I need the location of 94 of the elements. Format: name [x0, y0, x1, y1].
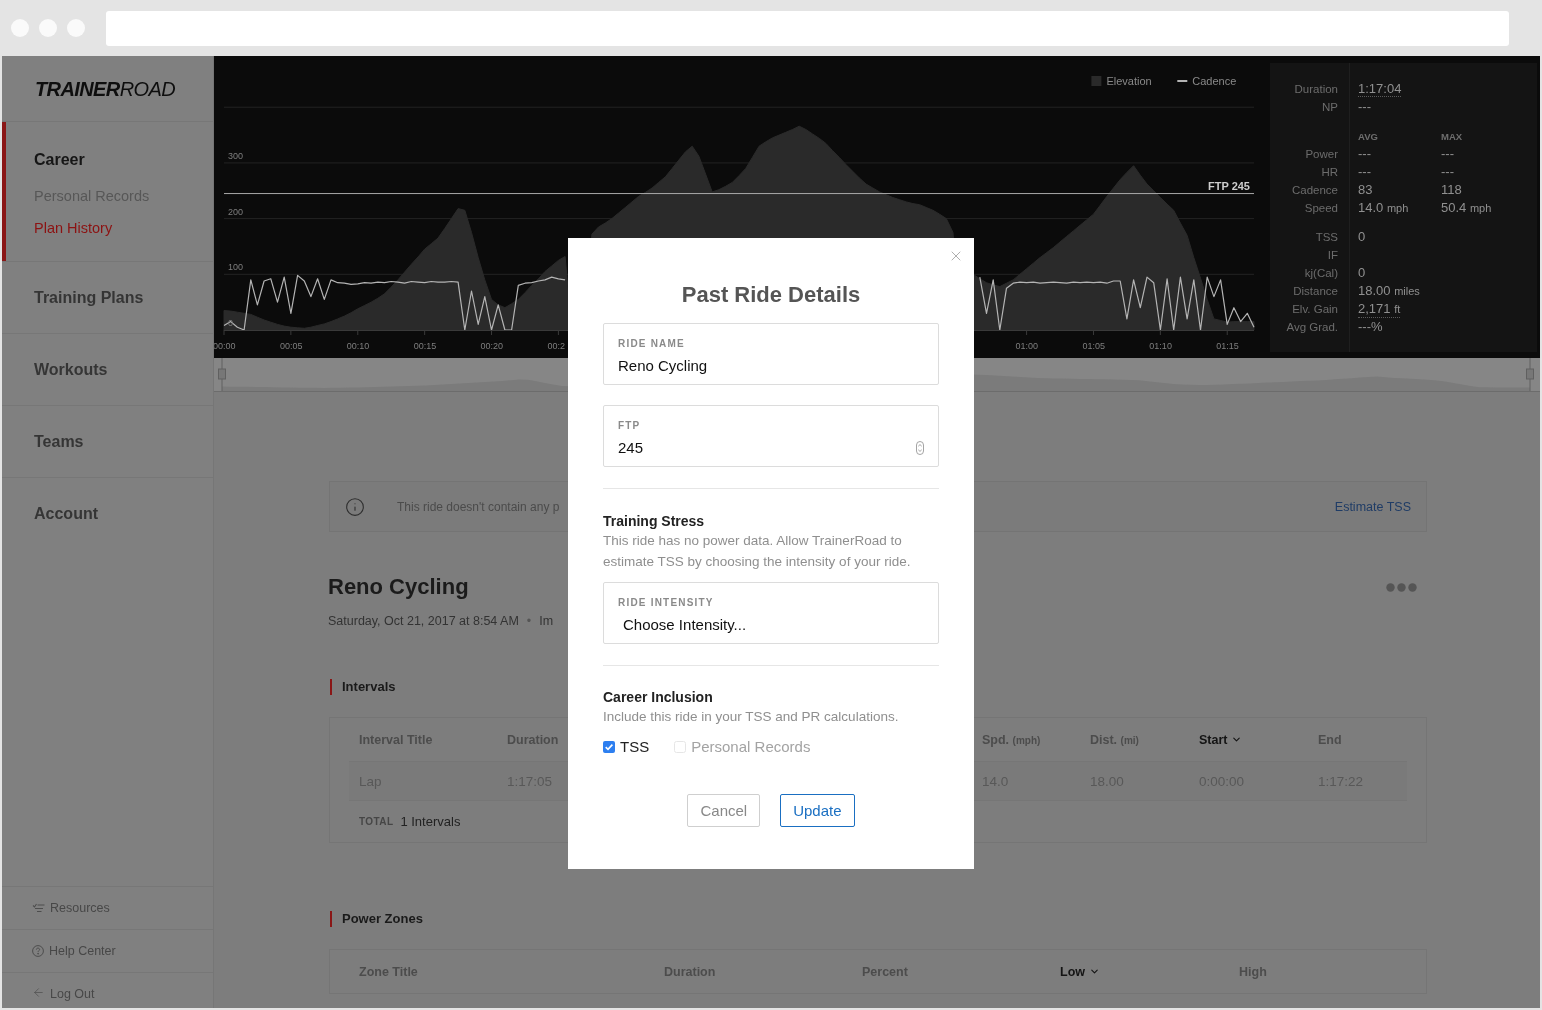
drag-handle-icon[interactable] — [1526, 358, 1534, 391]
cancel-button[interactable]: Cancel — [687, 794, 761, 827]
stat-value: 83 — [1358, 182, 1373, 198]
y-tick-label: 200 — [228, 206, 244, 217]
footer-link[interactable]: Help Center — [2, 929, 213, 972]
update-button[interactable]: Update — [780, 794, 855, 827]
x-tick-label: 00:20 — [480, 341, 504, 351]
footer-link[interactable]: Resources — [2, 886, 213, 929]
total-value: 1 Intervals — [400, 814, 461, 829]
stat-label: HR — [1320, 166, 1339, 178]
dialog-title: Past Ride Details — [680, 281, 862, 309]
stat-value: --- — [1441, 164, 1454, 180]
column-header[interactable]: Low — [1060, 964, 1100, 979]
nav-sublink[interactable]: Plan History — [34, 219, 113, 237]
stat-label: Cadence — [1290, 184, 1339, 196]
nav-link[interactable]: Teams — [34, 431, 84, 452]
stat-label: Avg Grad. — [1285, 321, 1339, 333]
section-description: This ride has no power data. Allow TrainerRoad to estimate TSS by choosing the intensity of your ride. — [603, 532, 912, 571]
stat-value: --- — [1358, 146, 1371, 162]
dots-icon — [1386, 582, 1417, 592]
nav-link[interactable]: Training Plans — [34, 287, 144, 308]
stat-value: 18.00 miles — [1358, 282, 1420, 300]
section-description: Include this ride in your TSS and PR calculations. — [603, 708, 900, 726]
checkbox-label[interactable]: TSS — [620, 737, 650, 757]
y-tick-label: 300 — [228, 150, 244, 161]
x-tick-label: 00:10 — [346, 341, 370, 351]
section-heading: Power Zones — [342, 911, 423, 927]
ftp-label: FTP 245 — [1208, 179, 1250, 192]
stat-label: Elv. Gain — [1291, 303, 1339, 315]
nav-link[interactable]: Career — [34, 150, 213, 170]
x-tick-label: 01:00 — [1015, 341, 1039, 351]
section-heading: Intervals — [342, 679, 396, 695]
separator-dot: • — [526, 613, 532, 630]
legend-label: Elevation — [1106, 75, 1152, 87]
legend-line-icon — [1177, 80, 1188, 82]
stat-label: NP — [1321, 101, 1339, 113]
stat-label: Power — [1304, 148, 1339, 160]
stat-label: IF — [1326, 249, 1339, 261]
ride-source: Im — [539, 613, 554, 630]
stat-value: 50.4 mph — [1441, 199, 1492, 217]
stat-label: Distance — [1292, 285, 1339, 297]
nav-link[interactable]: Account — [34, 504, 98, 524]
x-tick-label: 00:05 — [279, 341, 303, 351]
x-tick-label: 01:05 — [1082, 341, 1105, 351]
arrow-left-icon — [32, 986, 45, 999]
estimate-link[interactable]: Estimate TSS — [1334, 499, 1411, 514]
stat-label: TSS — [1314, 231, 1339, 243]
stat-label: kj(Cal) — [1303, 267, 1339, 279]
stat-value: --- — [1358, 99, 1371, 115]
drag-handle-icon[interactable] — [218, 358, 226, 391]
x-tick-label: 00:15 — [413, 341, 437, 351]
select-field[interactable]: RIDE INTENSITY Choose Intensity... — [603, 582, 939, 644]
total-label: TOTAL — [359, 816, 394, 827]
footer-link[interactable]: Log Out — [2, 972, 213, 1008]
list-icon — [32, 903, 45, 913]
stat-value: --- — [1441, 146, 1454, 162]
x-tick-label: 01:15 — [1216, 341, 1239, 351]
ride-date: Saturday, Oct 21, 2017 at 8:54 AM — [328, 613, 519, 630]
column-label: AVG — [1358, 130, 1378, 142]
column-label: MAX — [1441, 130, 1463, 142]
section-heading: Training Stress — [603, 512, 706, 530]
logo: TRAINERROAD — [35, 76, 176, 101]
stat-value: 0 — [1358, 229, 1366, 245]
x-tick-label: 01:10 — [1149, 341, 1172, 351]
address-field[interactable] — [106, 10, 1509, 46]
y-tick-label: 100 — [228, 262, 244, 273]
x-tick-label: 00:2 — [547, 341, 565, 351]
help-icon — [32, 945, 44, 957]
stat-value: 1:17:04 — [1358, 81, 1402, 97]
stat-value: 0 — [1358, 265, 1366, 281]
section-heading: Career Inclusion — [603, 688, 714, 706]
stat-value: ---% — [1358, 319, 1383, 335]
checkbox[interactable] — [603, 741, 615, 753]
stat-value: 14.0 mph — [1358, 199, 1409, 217]
spinner-icon — [916, 441, 924, 455]
text-field[interactable]: RIDE NAME Reno Cycling — [603, 323, 939, 385]
stat-label: Duration — [1293, 83, 1339, 95]
section-marker — [330, 911, 332, 927]
info-icon — [345, 496, 365, 517]
chevron-down-icon — [1089, 966, 1100, 977]
stat-label: Speed — [1303, 202, 1339, 214]
x-tick-label: 00:00 — [214, 341, 236, 351]
legend-swatch-icon — [1091, 76, 1102, 86]
stat-value: 2,171 ft — [1358, 300, 1401, 318]
legend-label: Cadence — [1192, 75, 1237, 87]
stat-value: --- — [1358, 164, 1371, 180]
stat-value: 118 — [1441, 182, 1462, 198]
column-header[interactable]: Start — [1199, 732, 1243, 747]
more-button[interactable] — [1386, 582, 1417, 592]
chevron-down-icon — [1231, 734, 1243, 745]
nav-link[interactable]: Workouts — [34, 359, 108, 380]
number-field[interactable]: FTP 245 — [603, 405, 939, 467]
ride-title: Reno Cycling — [328, 573, 469, 601]
section-marker — [330, 679, 332, 695]
